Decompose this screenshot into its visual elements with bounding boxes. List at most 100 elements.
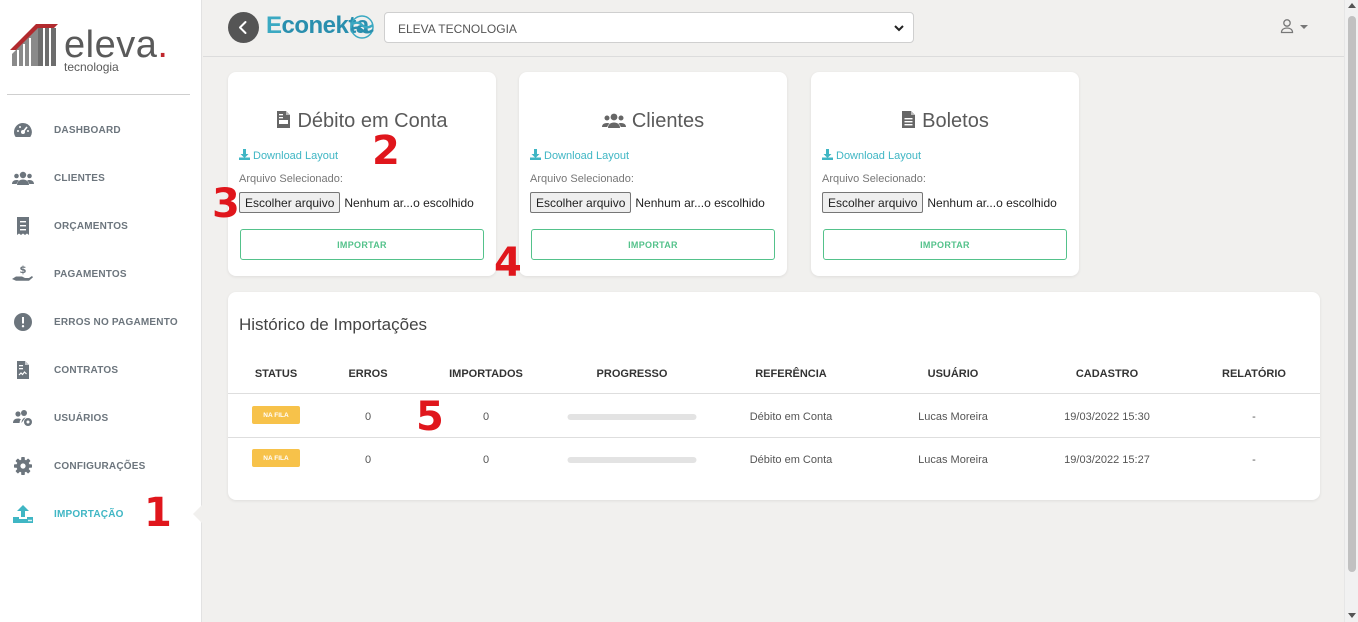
- choose-file-button[interactable]: Escolher arquivo: [822, 192, 924, 213]
- download-layout-link[interactable]: Download Layout: [822, 149, 921, 162]
- logo-subtitle: tecnologia: [64, 60, 119, 74]
- choose-file-button[interactable]: Escolher arquivo: [530, 192, 632, 213]
- eleva-logo-mark-icon: [10, 24, 58, 66]
- selected-file-label: Arquivo Selecionado:: [239, 173, 343, 185]
- sidebar-item-label: CLIENTES: [54, 172, 106, 184]
- upload-icon: [13, 505, 33, 523]
- cell-usuario: Lucas Moreira: [918, 454, 988, 466]
- import-button[interactable]: IMPORTAR: [531, 229, 775, 260]
- import-card-clientes: Clientes Download Layout Arquivo Selecio…: [519, 72, 787, 276]
- import-button[interactable]: IMPORTAR: [240, 229, 484, 260]
- sidebar-item-clientes[interactable]: CLIENTES: [0, 154, 202, 202]
- import-card-debito-em-conta: Débito em Conta Download Layout Arquivo …: [228, 72, 496, 276]
- cell-importados: 0: [482, 411, 490, 423]
- sidebar-item-label: ERROS NO PAGAMENTO: [54, 316, 178, 328]
- selected-file-label: Arquivo Selecionado:: [530, 173, 634, 185]
- company-select-value: ELEVA TECNOLOGIA: [398, 22, 517, 36]
- file-alt-icon: [902, 111, 916, 128]
- sidebar-item-orcamentos[interactable]: ORÇAMENTOS: [0, 202, 202, 250]
- annotation-number: 1: [144, 490, 172, 536]
- sidebar-item-label: ORÇAMENTOS: [54, 220, 129, 232]
- import-button[interactable]: IMPORTAR: [823, 229, 1067, 260]
- download-icon: [530, 149, 541, 160]
- user-icon: [1280, 19, 1294, 34]
- sidebar-item-configuracoes[interactable]: CONFIGURAÇÕES: [0, 442, 202, 490]
- sidebar-item-erros-no-pagamento[interactable]: ERROS NO PAGAMENTO: [0, 298, 202, 346]
- company-select[interactable]: ELEVA TECNOLOGIA: [384, 12, 914, 43]
- exclamation-circle-icon: [14, 313, 32, 331]
- users-icon: [12, 171, 34, 185]
- file-invoice-icon: [277, 111, 291, 128]
- chevron-down-icon: [894, 25, 904, 32]
- scroll-up-arrow-icon[interactable]: [1348, 3, 1356, 8]
- sidebar-nav: DASHBOARD CLIENTES ORÇAMENTOS $ PAGAMENT…: [0, 106, 203, 538]
- import-card-boletos: Boletos Download Layout Arquivo Selecion…: [811, 72, 1079, 276]
- gauge-icon: [14, 123, 32, 137]
- topbar: Econekta ELEVA TECNOLOGIA: [203, 0, 1344, 57]
- file-contract-icon: [17, 361, 29, 379]
- chevron-left-icon: [239, 21, 247, 34]
- column-header-importados: IMPORTADOS: [449, 368, 523, 380]
- sidebar-item-usuarios[interactable]: USUÁRIOS: [0, 394, 202, 442]
- no-file-text: Nenhum ar...o escolhido: [635, 195, 765, 210]
- receipt-icon: [17, 217, 29, 235]
- scroll-thumb[interactable]: [1348, 16, 1356, 572]
- cell-importados: 0: [482, 454, 490, 466]
- import-history-panel: Histórico de Importações STATUS ERROS IM…: [228, 292, 1320, 500]
- cell-usuario: Lucas Moreira: [918, 411, 988, 423]
- annotation-number: 2: [372, 128, 400, 174]
- card-title: Boletos: [811, 110, 1079, 133]
- status-badge: NA FILA: [252, 449, 300, 467]
- sidebar-item-label: DASHBOARD: [54, 124, 121, 136]
- vertical-scrollbar[interactable]: [1344, 0, 1358, 622]
- download-layout-link[interactable]: Download Layout: [530, 149, 629, 162]
- card-title: Débito em Conta: [228, 110, 496, 133]
- column-header-referencia: REFERÊNCIA: [755, 368, 827, 380]
- sidebar-item-label: CONTRATOS: [54, 364, 119, 376]
- card-title: Clientes: [519, 110, 787, 133]
- column-header-usuario: USUÁRIO: [927, 368, 979, 380]
- progress-bar: [567, 414, 697, 420]
- user-menu[interactable]: [1280, 18, 1310, 38]
- cell-cadastro: 19/03/2022 15:27: [1064, 454, 1150, 466]
- no-file-text: Nenhum ar...o escolhido: [927, 195, 1057, 210]
- sidebar-item-label: IMPORTAÇÃO: [54, 508, 124, 520]
- cell-relatorio[interactable]: -: [1252, 411, 1256, 423]
- no-file-text: Nenhum ar...o escolhido: [344, 195, 474, 210]
- cell-referencia: Débito em Conta: [749, 454, 833, 466]
- scroll-down-arrow-icon[interactable]: [1348, 613, 1356, 618]
- column-header-erros: ERROS: [348, 368, 388, 380]
- annotation-number: 3: [212, 181, 240, 227]
- progress-bar: [567, 457, 697, 463]
- sidebar-item-label: PAGAMENTOS: [54, 268, 127, 280]
- gear-icon: [14, 457, 32, 475]
- back-button[interactable]: [228, 12, 259, 43]
- column-header-relatorio: RELATÓRIO: [1222, 368, 1286, 380]
- table-header: STATUS ERROS IMPORTADOS PROGRESSO REFERÊ…: [228, 362, 1320, 394]
- cell-relatorio[interactable]: -: [1252, 454, 1256, 466]
- sidebar-item-pagamentos[interactable]: $ PAGAMENTOS: [0, 250, 202, 298]
- column-header-status: STATUS: [254, 368, 298, 380]
- cell-cadastro: 19/03/2022 15:30: [1064, 411, 1150, 423]
- download-icon: [822, 149, 833, 160]
- eleva-logo[interactable]: eleva. tecnologia: [8, 16, 190, 78]
- column-header-cadastro: CADASTRO: [1075, 368, 1139, 380]
- annotation-number: 4: [494, 240, 522, 286]
- svg-text:$: $: [20, 265, 27, 276]
- sidebar-item-label: CONFIGURAÇÕES: [54, 460, 146, 472]
- users-cog-icon: [13, 410, 32, 426]
- column-header-progresso: PROGRESSO: [596, 368, 668, 380]
- caret-down-icon: [1300, 25, 1308, 29]
- file-input: Escolher arquivo Nenhum ar...o escolhido: [822, 192, 1057, 213]
- sidebar-item-dashboard[interactable]: DASHBOARD: [0, 106, 202, 154]
- download-icon: [239, 149, 250, 160]
- download-layout-link[interactable]: Download Layout: [239, 149, 338, 162]
- active-item-indicator: [193, 504, 203, 524]
- cell-referencia: Débito em Conta: [749, 411, 833, 423]
- history-title: Histórico de Importações: [239, 315, 428, 334]
- cell-erros: 0: [364, 411, 372, 423]
- sidebar-item-contratos[interactable]: CONTRATOS: [0, 346, 202, 394]
- choose-file-button[interactable]: Escolher arquivo: [239, 192, 341, 213]
- econekta-wave-icon: [350, 15, 374, 39]
- hand-dollar-icon: $: [12, 265, 33, 281]
